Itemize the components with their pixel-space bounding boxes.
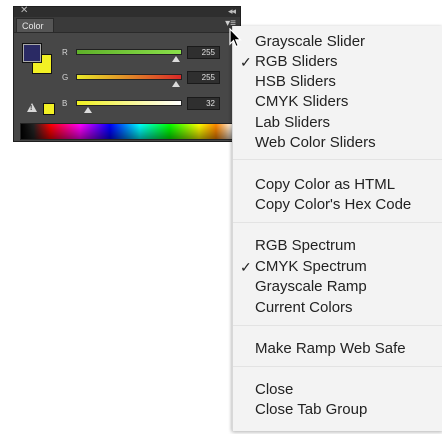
menu-item-cmyk-sliders[interactable]: CMYK Sliders bbox=[233, 92, 442, 112]
slider-thumb-g[interactable] bbox=[172, 81, 180, 87]
menu-item-label: Grayscale Slider bbox=[255, 33, 366, 50]
menu-item-label: Copy Color's Hex Code bbox=[255, 196, 412, 213]
menu-item-make-ramp-web-safe[interactable]: Make Ramp Web Safe bbox=[233, 339, 442, 359]
mouse-cursor-icon bbox=[229, 28, 242, 48]
menu-item-label: RGB Spectrum bbox=[255, 237, 356, 254]
slider-thumb-b[interactable] bbox=[84, 107, 92, 113]
menu-item-hsb-sliders[interactable]: HSB Sliders bbox=[233, 72, 442, 92]
menu-item-label: CMYK Sliders bbox=[255, 93, 349, 110]
panel-tab-row: Color ▾≡ bbox=[14, 17, 240, 33]
tab-color[interactable]: Color bbox=[16, 18, 54, 32]
menu-item-grayscale-ramp[interactable]: Grayscale Ramp bbox=[233, 277, 442, 297]
menu-item-current-colors[interactable]: Current Colors bbox=[233, 298, 442, 318]
slider-track-b[interactable] bbox=[76, 100, 182, 106]
checkmark-icon: ✓ bbox=[240, 54, 252, 70]
menu-separator bbox=[233, 325, 442, 326]
foreground-color-swatch[interactable] bbox=[22, 43, 42, 63]
menu-item-rgb-sliders[interactable]: ✓ RGB Sliders bbox=[233, 52, 442, 72]
slider-label-r: R bbox=[62, 48, 68, 57]
menu-item-label: Current Colors bbox=[255, 299, 353, 316]
menu-item-label: Close bbox=[255, 381, 294, 398]
slider-value-r[interactable]: 255 bbox=[187, 46, 220, 59]
menu-item-grayscale-slider[interactable]: Grayscale Slider bbox=[233, 32, 442, 52]
slider-label-g: G bbox=[62, 73, 69, 82]
menu-item-label: Web Color Sliders bbox=[255, 134, 376, 151]
menu-separator bbox=[233, 159, 442, 160]
menu-item-cmyk-spectrum[interactable]: ✓ CMYK Spectrum bbox=[233, 257, 442, 277]
color-panel: ✕ ◂◂ Color ▾≡ R 255 G 255 ! B 32 bbox=[13, 5, 241, 142]
slider-track-g[interactable] bbox=[76, 74, 182, 80]
slider-label-b: B bbox=[62, 99, 68, 108]
menu-item-label: Copy Color as HTML bbox=[255, 176, 396, 193]
menu-item-lab-sliders[interactable]: Lab Sliders bbox=[233, 113, 442, 133]
menu-item-label: RGB Sliders bbox=[255, 53, 338, 70]
color-spectrum-bar[interactable] bbox=[20, 123, 234, 140]
slider-value-b[interactable]: 32 bbox=[187, 97, 220, 110]
menu-separator bbox=[233, 366, 442, 367]
panel-title-bar: ✕ ◂◂ bbox=[14, 5, 240, 17]
menu-item-label: Lab Sliders bbox=[255, 114, 331, 131]
menu-item-label: Make Ramp Web Safe bbox=[255, 340, 406, 357]
menu-item-close-tab-group[interactable]: Close Tab Group bbox=[233, 400, 442, 420]
menu-item-close[interactable]: Close bbox=[233, 380, 442, 400]
slider-value-g[interactable]: 255 bbox=[187, 71, 220, 84]
collapse-icon[interactable]: ◂◂ bbox=[228, 5, 236, 17]
menu-item-rgb-spectrum[interactable]: RGB Spectrum bbox=[233, 236, 442, 256]
checkmark-icon: ✓ bbox=[240, 259, 252, 275]
close-icon[interactable]: ✕ bbox=[20, 5, 28, 17]
warning-mark: ! bbox=[30, 105, 33, 112]
menu-item-copy-hex-code[interactable]: Copy Color's Hex Code bbox=[233, 195, 442, 215]
menu-item-copy-color-as-html[interactable]: Copy Color as HTML bbox=[233, 175, 442, 195]
slider-thumb-r[interactable] bbox=[172, 56, 180, 62]
menu-separator bbox=[233, 222, 442, 223]
menu-item-label: Grayscale Ramp bbox=[255, 278, 367, 295]
menu-item-label: HSB Sliders bbox=[255, 73, 336, 90]
menu-item-label: Close Tab Group bbox=[255, 401, 368, 418]
menu-item-web-color-sliders[interactable]: Web Color Sliders bbox=[233, 133, 442, 153]
web-safe-swatch[interactable] bbox=[43, 103, 55, 115]
menu-item-label: CMYK Spectrum bbox=[255, 258, 367, 275]
slider-track-r[interactable] bbox=[76, 49, 182, 55]
color-panel-flyout-menu: Grayscale Slider ✓ RGB Sliders HSB Slider… bbox=[232, 26, 442, 431]
